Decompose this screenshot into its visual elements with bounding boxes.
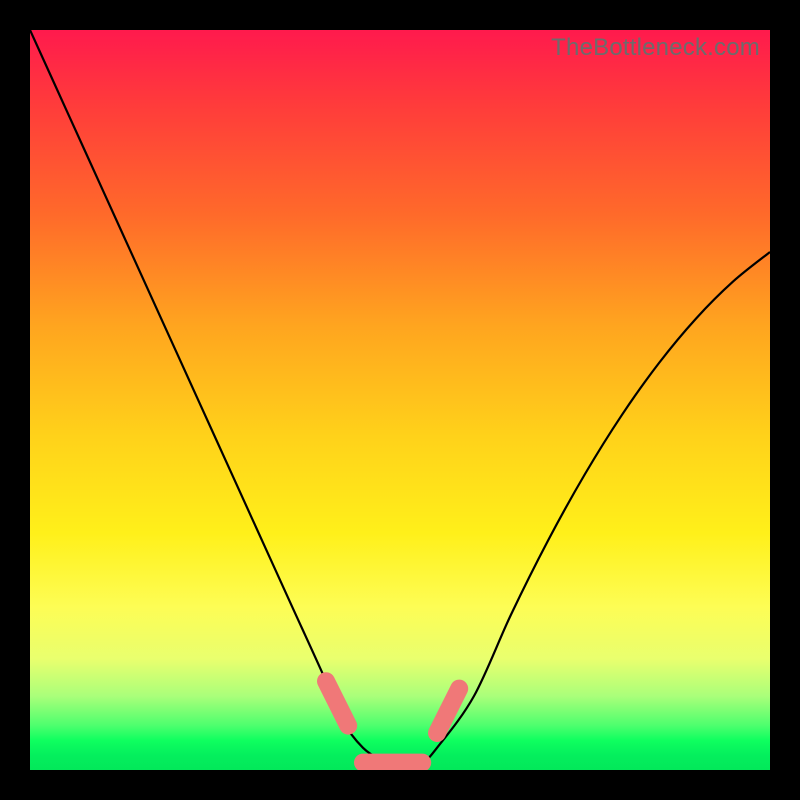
highlight-left (326, 681, 348, 725)
highlight-right (437, 689, 459, 733)
bottleneck-curve (30, 30, 770, 770)
curve-svg (30, 30, 770, 770)
chart-frame: TheBottleneck.com (0, 0, 800, 800)
chart-plot-area: TheBottleneck.com (30, 30, 770, 770)
